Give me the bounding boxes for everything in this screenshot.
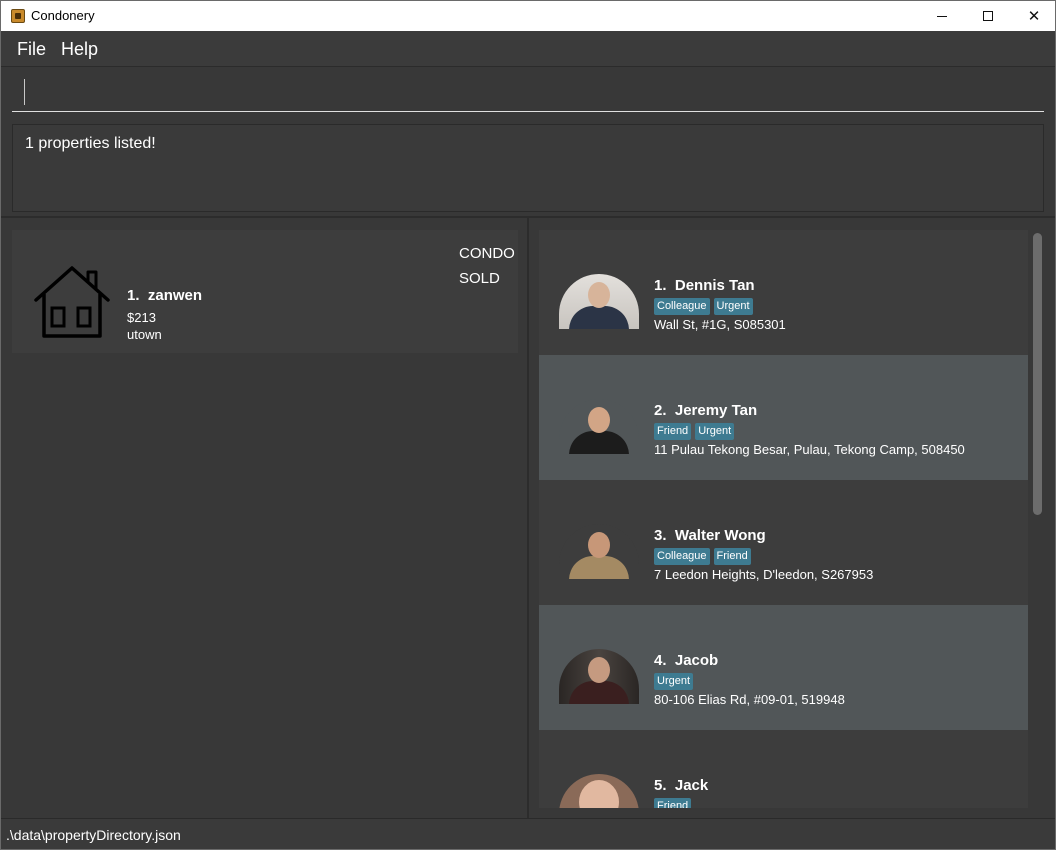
result-display: 1 properties listed! bbox=[12, 124, 1044, 212]
tag-list: Colleague Friend bbox=[654, 548, 751, 565]
app-icon bbox=[11, 9, 25, 23]
property-card[interactable]: 1. zanwen $213 utown CONDO SOLD bbox=[12, 230, 518, 353]
tag-badge: Colleague bbox=[654, 548, 710, 565]
person-address: 11 Pulau Tekong Besar, Pulau, Tekong Cam… bbox=[654, 442, 965, 457]
avatar bbox=[559, 774, 639, 808]
avatar bbox=[559, 524, 639, 579]
tag-list: Friend Urgent bbox=[654, 423, 735, 440]
person-card[interactable]: 3. Walter Wong Colleague Friend 7 Leedon… bbox=[539, 480, 1028, 605]
house-icon bbox=[34, 266, 110, 338]
maximize-icon bbox=[983, 11, 993, 21]
property-status: SOLD bbox=[459, 270, 500, 287]
person-list-scrollbar[interactable] bbox=[1030, 230, 1044, 808]
close-button[interactable]: ✕ bbox=[1011, 1, 1056, 31]
person-address: 80-106 Elias Rd, #09-01, 519948 bbox=[654, 692, 845, 707]
maximize-button[interactable] bbox=[965, 1, 1011, 31]
avatar bbox=[559, 399, 639, 454]
tag-list: Urgent bbox=[654, 673, 694, 690]
tag-badge: Urgent bbox=[654, 673, 694, 690]
person-name: 2. Jeremy Tan bbox=[654, 402, 758, 419]
person-address: 7 Leedon Heights, D'leedon, S267953 bbox=[654, 567, 874, 582]
minimize-button[interactable] bbox=[919, 1, 965, 31]
menu-file[interactable]: File bbox=[17, 39, 46, 60]
result-message: 1 properties listed! bbox=[25, 135, 156, 152]
command-input[interactable] bbox=[12, 72, 1044, 112]
tag-badge: Friend bbox=[713, 548, 751, 565]
command-box bbox=[1, 68, 1055, 118]
person-name: 5. Jack bbox=[654, 777, 709, 794]
tag-badge: Friend bbox=[654, 423, 692, 440]
menu-bar: File Help bbox=[1, 31, 1055, 67]
window-title-bar[interactable]: Condonery ✕ bbox=[0, 0, 1056, 31]
text-caret bbox=[24, 79, 25, 105]
person-card[interactable]: 2. Jeremy Tan Friend Urgent 11 Pulau Tek… bbox=[539, 355, 1028, 480]
person-list[interactable]: 1. Dennis Tan Colleague Urgent Wall St, … bbox=[539, 230, 1028, 808]
menu-help[interactable]: Help bbox=[61, 39, 98, 60]
person-name: 1. Dennis Tan bbox=[654, 277, 755, 294]
person-card[interactable]: 1. Dennis Tan Colleague Urgent Wall St, … bbox=[539, 230, 1028, 355]
close-icon: ✕ bbox=[1027, 8, 1041, 25]
property-address: utown bbox=[127, 327, 162, 342]
avatar bbox=[559, 274, 639, 329]
tag-badge: Urgent bbox=[713, 298, 753, 315]
person-list-panel: 1. Dennis Tan Colleague Urgent Wall St, … bbox=[529, 218, 1055, 818]
property-type: CONDO bbox=[459, 245, 515, 262]
window-title: Condonery bbox=[31, 8, 95, 23]
status-bar: .\data\propertyDirectory.json bbox=[1, 818, 1055, 849]
property-name: 1. zanwen bbox=[127, 287, 203, 304]
person-card[interactable]: 5. Jack Friend bbox=[539, 730, 1028, 808]
minimize-icon bbox=[937, 15, 947, 17]
person-name: 4. Jacob bbox=[654, 652, 719, 669]
scrollbar-thumb[interactable] bbox=[1033, 233, 1042, 515]
tag-badge: Colleague bbox=[654, 298, 710, 315]
save-file-path: .\data\propertyDirectory.json bbox=[6, 827, 181, 843]
property-price: $213 bbox=[127, 310, 156, 325]
avatar bbox=[559, 649, 639, 704]
tag-badge: Urgent bbox=[695, 423, 735, 440]
person-card[interactable]: 4. Jacob Urgent 80-106 Elias Rd, #09-01,… bbox=[539, 605, 1028, 730]
tag-list: Colleague Urgent bbox=[654, 298, 753, 315]
property-list-panel: 1. zanwen $213 utown CONDO SOLD bbox=[1, 218, 527, 818]
tag-badge: Friend bbox=[654, 798, 692, 808]
person-address: Wall St, #1G, S085301 bbox=[654, 317, 786, 332]
tag-list: Friend bbox=[654, 798, 692, 808]
person-name: 3. Walter Wong bbox=[654, 527, 766, 544]
